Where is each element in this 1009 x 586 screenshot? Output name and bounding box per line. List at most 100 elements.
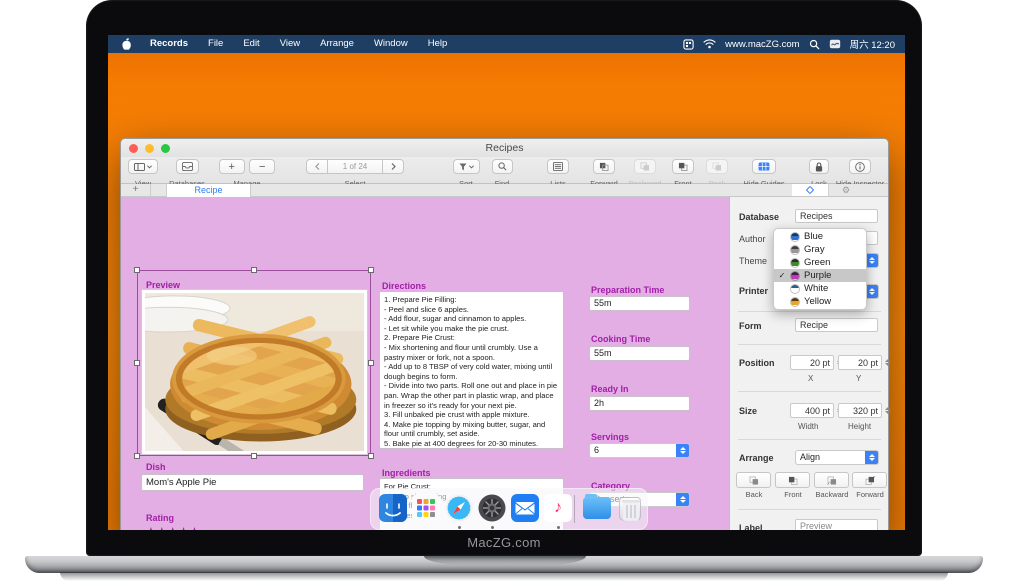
popup-arrows-icon[interactable]: [676, 493, 689, 506]
selection-handle[interactable]: [368, 360, 374, 366]
rating-field-label: Rating: [146, 513, 174, 523]
selection-handle[interactable]: [368, 453, 374, 459]
toolbar: View Databases + − Manage 1 of 24: [121, 157, 888, 184]
menubar-clock[interactable]: 周六 12:20: [850, 37, 895, 51]
arrange-back-button[interactable]: [736, 472, 771, 488]
inspector-properties-segment[interactable]: [792, 184, 828, 196]
dock-settings-icon[interactable]: [478, 494, 506, 522]
zoom-button[interactable]: [161, 144, 170, 153]
dock-music-icon[interactable]: ♪: [544, 494, 572, 522]
cook-time-field-label: Cooking Time: [591, 334, 650, 344]
input-method-icon[interactable]: [683, 39, 694, 50]
inspector-settings-segment[interactable]: ⚙: [828, 184, 864, 196]
databases-button[interactable]: [176, 159, 199, 174]
dock-trash-icon[interactable]: [619, 497, 641, 521]
prep-time-input[interactable]: 55m: [589, 296, 690, 311]
position-x-stepper[interactable]: 20 pt: [790, 355, 844, 370]
dock-mail-icon[interactable]: [511, 494, 539, 522]
hide-guides-button[interactable]: [752, 159, 776, 174]
selection-handle[interactable]: [251, 453, 257, 459]
cook-time-input[interactable]: 55m: [589, 346, 690, 361]
view-button[interactable]: [128, 159, 158, 174]
form-canvas[interactable]: Preview: [121, 197, 729, 530]
arrange-backward-label: Backward: [812, 490, 852, 499]
manage-add-button[interactable]: +: [219, 159, 245, 174]
select-prev-button[interactable]: [306, 159, 328, 174]
front-button[interactable]: [672, 159, 694, 174]
position-y-stepper[interactable]: 20 pt: [838, 355, 892, 370]
stepper-arrows-icon[interactable]: [883, 359, 892, 366]
theme-option-gray[interactable]: Gray: [774, 243, 866, 256]
forward-button[interactable]: [593, 159, 615, 174]
theme-option-white[interactable]: White: [774, 282, 866, 295]
window-titlebar[interactable]: Recipes: [121, 139, 888, 157]
theme-option-green[interactable]: Green: [774, 256, 866, 269]
theme-swatch-icon: [790, 245, 800, 255]
rating-stars[interactable]: ★★★★★: [146, 525, 200, 530]
database-input[interactable]: Recipes: [795, 209, 878, 223]
watermark: MacZG.com: [86, 533, 922, 553]
divider: [738, 509, 881, 510]
theme-option-purple[interactable]: ✓ Purple: [774, 269, 866, 282]
siri-icon[interactable]: [829, 39, 841, 49]
lists-button[interactable]: [547, 159, 569, 174]
selection-handle[interactable]: [134, 360, 140, 366]
menu-arrange[interactable]: Arrange: [310, 35, 364, 53]
select-position-field[interactable]: 1 of 24: [328, 159, 382, 174]
close-button[interactable]: [129, 144, 138, 153]
stepper-arrows-icon[interactable]: [883, 407, 892, 414]
stepper-arrows-icon[interactable]: [676, 444, 689, 457]
sort-button[interactable]: [453, 159, 480, 174]
selection-handle[interactable]: [251, 267, 257, 273]
preview-image-field[interactable]: [141, 289, 368, 455]
lock-button[interactable]: [809, 159, 829, 174]
wifi-icon[interactable]: [703, 39, 716, 49]
directions-textarea[interactable]: 1. Prepare Pie Filling: - Peel and slice…: [379, 291, 564, 449]
theme-option-yellow[interactable]: Yellow: [774, 295, 866, 308]
tab-recipe[interactable]: Recipe: [166, 184, 251, 197]
apple-menu-icon[interactable]: [108, 37, 140, 51]
position-label: Position: [739, 358, 775, 368]
menu-window[interactable]: Window: [364, 35, 418, 53]
dock-launchpad-icon[interactable]: [412, 494, 440, 522]
selection-handle[interactable]: [368, 267, 374, 273]
menubar-url[interactable]: www.macZG.com: [725, 39, 799, 50]
select-next-button[interactable]: [382, 159, 404, 174]
minimize-button[interactable]: [145, 144, 154, 153]
arrange-front-button[interactable]: [775, 472, 810, 488]
form-label: Form: [739, 321, 762, 331]
form-input[interactable]: Recipe: [795, 318, 878, 332]
menu-edit[interactable]: Edit: [233, 35, 269, 53]
directions-field-label: Directions: [382, 281, 426, 291]
dish-input[interactable]: Mom's Apple Pie: [141, 474, 364, 491]
add-tab-button[interactable]: +: [121, 184, 151, 197]
selection-handle[interactable]: [134, 453, 140, 459]
find-button[interactable]: [492, 159, 513, 174]
menu-view[interactable]: View: [270, 35, 310, 53]
menu-records[interactable]: Records: [140, 35, 198, 53]
back-button[interactable]: [706, 159, 728, 174]
divider: [738, 311, 881, 312]
manage-remove-button[interactable]: −: [249, 159, 275, 174]
dock-folder-icon[interactable]: [583, 497, 611, 519]
popup-arrows-icon[interactable]: [865, 451, 878, 464]
arrange-popup[interactable]: Align: [795, 450, 879, 465]
size-height-stepper[interactable]: 320 pt: [838, 403, 892, 418]
theme-dropdown-menu: Blue Gray Green ✓ Purple: [773, 228, 867, 310]
hide-inspector-button[interactable]: [849, 159, 871, 174]
size-width-stepper[interactable]: 400 pt: [790, 403, 844, 418]
theme-option-blue[interactable]: Blue: [774, 230, 866, 243]
dock-finder-icon[interactable]: [379, 494, 407, 522]
arrange-forward-button[interactable]: [852, 472, 887, 488]
ready-in-input[interactable]: 2h: [589, 396, 690, 411]
arrange-backward-button[interactable]: [814, 472, 849, 488]
menu-file[interactable]: File: [198, 35, 233, 53]
servings-stepper[interactable]: 6: [589, 443, 690, 458]
menu-help[interactable]: Help: [418, 35, 458, 53]
selection-handle[interactable]: [134, 267, 140, 273]
label-input[interactable]: Preview: [795, 519, 878, 530]
dock-safari-icon[interactable]: [445, 494, 473, 522]
width-label: Width: [798, 422, 818, 431]
search-icon[interactable]: [809, 39, 820, 50]
backward-button[interactable]: [634, 159, 656, 174]
